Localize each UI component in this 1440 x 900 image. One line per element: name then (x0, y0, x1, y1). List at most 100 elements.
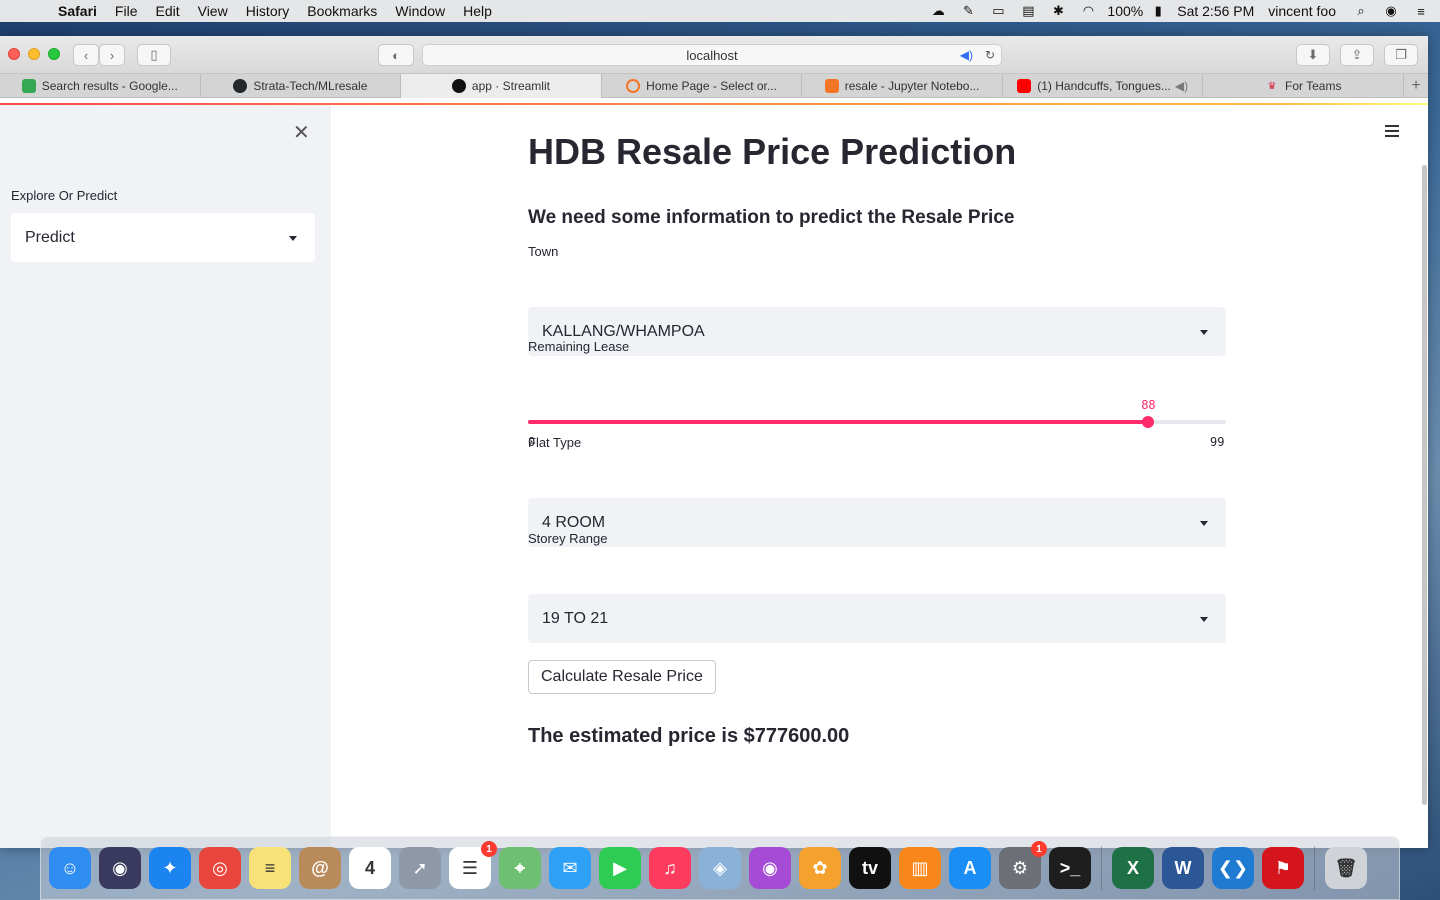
tab-bar: Search results - Google... Strata-Tech/M… (0, 74, 1428, 98)
contacts-icon[interactable]: @ (299, 847, 341, 889)
streamlit-app: ✕ Explore Or Predict Predict HDB Resale … (0, 105, 1428, 848)
privacy-shield-icon[interactable]: ◐ (378, 44, 414, 66)
chevron-down-icon (1200, 616, 1208, 622)
photos-icon[interactable]: ✿ (799, 847, 841, 889)
pin-icon[interactable]: ✎ (957, 2, 979, 20)
audio-icon[interactable]: ◀) (960, 48, 973, 62)
siri-status-icon[interactable]: ◉ (1380, 2, 1402, 20)
wifi-icon[interactable]: ◠ (1077, 2, 1099, 20)
terminal-icon[interactable]: >_ (1049, 847, 1091, 889)
lease-slider-max: 99 (1210, 435, 1225, 449)
flat-type-label: Flat Type (528, 435, 582, 450)
notification-badge: 1 (1031, 841, 1047, 857)
menu-edit[interactable]: Edit (155, 3, 179, 19)
close-sidebar-icon[interactable]: ✕ (293, 120, 310, 145)
back-icon[interactable]: ‹ (73, 44, 99, 66)
menu-file[interactable]: File (115, 3, 138, 19)
address-bar[interactable]: localhost ◀) ↻ (422, 44, 1002, 66)
dock-separator (1101, 846, 1102, 890)
safari-icon[interactable]: ✦ (149, 847, 191, 889)
reminders-icon[interactable]: ☰ 1 (449, 841, 497, 889)
page-subtitle: We need some information to predict the … (528, 207, 1015, 228)
bluetooth-icon[interactable]: ✱ (1047, 2, 1069, 20)
town-label: Town (528, 244, 559, 259)
menu-bookmarks[interactable]: Bookmarks (307, 3, 377, 19)
lease-slider[interactable]: 88 (528, 398, 1226, 428)
share-icon[interactable]: ⇪ (1340, 44, 1374, 66)
notes-icon[interactable]: ≡ (249, 847, 291, 889)
menu-bar: Safari File Edit View History Bookmarks … (0, 0, 1440, 22)
lease-slider-fill (528, 420, 1149, 424)
music-icon[interactable]: ♫ (649, 847, 691, 889)
flat-type-select-value: 4 ROOM (542, 513, 606, 531)
preview-icon[interactable]: ◈ (699, 847, 741, 889)
notification-center-icon[interactable]: ≡ (1410, 2, 1432, 20)
flag-icon[interactable]: ▤ (1017, 2, 1039, 20)
tabs-overview-icon[interactable]: ❐ (1384, 44, 1418, 66)
zoom-window-button[interactable] (48, 48, 60, 60)
menu-clock[interactable]: Sat 2:56 PM (1177, 3, 1254, 19)
appletv-icon[interactable]: tv (849, 847, 891, 889)
storey-select[interactable]: 19 TO 21 (528, 594, 1226, 643)
chrome-icon[interactable]: ◎ (199, 847, 241, 889)
tab-label: Search results - Google... (41, 79, 178, 93)
menu-history[interactable]: History (246, 3, 290, 19)
acrobat-icon[interactable]: ⚑ (1262, 847, 1304, 889)
lease-slider-thumb[interactable] (1142, 416, 1155, 428)
dock: ☺ ◉ ✦ ◎ ≡ @4 ➚ ☰ 1 ⌖ ✉ ▶ ♫ ◈ ◉ ✿ tv ▥ A ⚙ 1 >_ X W ❮❯ ⚑ 🗑 (40, 836, 1400, 900)
menu-help[interactable]: Help (463, 3, 492, 19)
tab-github[interactable]: Strata-Tech/MLresale (201, 74, 402, 98)
chevron-down-icon (1200, 329, 1208, 335)
minimize-window-button[interactable] (28, 48, 40, 60)
new-tab-icon[interactable]: + (1404, 74, 1428, 98)
crown-icon: ♛ (1267, 80, 1277, 92)
vscode-icon[interactable]: ❮❯ (1212, 847, 1254, 889)
tab-jupyter-home[interactable]: Home Page - Select or... (602, 74, 803, 98)
reload-icon[interactable]: ↻ (985, 48, 995, 62)
tab-google-search[interactable]: Search results - Google... (0, 74, 201, 98)
finder-icon[interactable]: ☺ (49, 847, 91, 889)
excel-icon[interactable]: X (1112, 847, 1154, 889)
browser-toolbar: ‹ › ▯ ◐ localhost ◀) ↻ ⬇ ⇪ ❐ (0, 36, 1428, 74)
airplay-icon[interactable]: ▭ (987, 2, 1009, 20)
mode-select[interactable]: Predict (11, 213, 315, 262)
launchpad-icon[interactable]: ➚ (399, 847, 441, 889)
battery-icon[interactable]: ▮ (1147, 2, 1169, 20)
system-preferences-icon[interactable]: ⚙ 1 (999, 841, 1047, 889)
siri-icon[interactable]: ◉ (99, 847, 141, 889)
appstore-icon[interactable]: A (949, 847, 991, 889)
menu-app-name[interactable]: Safari (58, 3, 97, 19)
books-icon[interactable]: ▥ (899, 847, 941, 889)
jupyter-icon (626, 79, 641, 93)
maps-icon[interactable]: ⌖ (499, 847, 541, 889)
facetime-icon[interactable]: ▶ (599, 847, 641, 889)
downloads-icon[interactable]: ⬇ (1296, 44, 1330, 66)
flat-type-select[interactable]: 4 ROOM (528, 498, 1226, 547)
sidebar-toggle-icon[interactable]: ▯ (137, 44, 171, 66)
forward-icon[interactable]: › (99, 44, 125, 66)
battery-percent[interactable]: 100% (1107, 3, 1143, 19)
calendar-icon[interactable]: 4 (349, 847, 391, 889)
tab-streamlit[interactable]: app · Streamlit (401, 74, 602, 98)
tab-audio-icon[interactable]: ◀) (1175, 79, 1188, 93)
calculate-button[interactable]: Calculate Resale Price (528, 660, 716, 694)
scrollbar[interactable] (1422, 165, 1427, 805)
town-select[interactable]: KALLANG/WHAMPOA (528, 307, 1226, 356)
tab-youtube[interactable]: (1) Handcuffs, Tongues... ◀) (1003, 74, 1204, 98)
hamburger-menu-icon[interactable] (1385, 125, 1399, 140)
spotlight-icon[interactable]: ⌕ (1350, 2, 1372, 20)
trash-icon[interactable]: 🗑 (1325, 847, 1367, 889)
podcasts-icon[interactable]: ◉ (749, 847, 791, 889)
creative-cloud-icon[interactable]: ☁ (927, 2, 949, 20)
tab-jupyter-notebook[interactable]: resale - Jupyter Notebo... (802, 74, 1003, 98)
close-window-button[interactable] (8, 48, 20, 60)
chevron-down-icon (1200, 520, 1208, 526)
menu-window[interactable]: Window (395, 3, 445, 19)
menu-view[interactable]: View (198, 3, 228, 19)
messages-icon[interactable]: ✉ (549, 847, 591, 889)
word-icon[interactable]: W (1162, 847, 1204, 889)
tab-for-teams[interactable]: ♛ For Teams (1203, 74, 1405, 98)
tab-label: (1) Handcuffs, Tongues... (1037, 79, 1171, 93)
menu-user[interactable]: vincent foo (1268, 3, 1336, 19)
tab-label: Home Page - Select or... (646, 79, 777, 93)
